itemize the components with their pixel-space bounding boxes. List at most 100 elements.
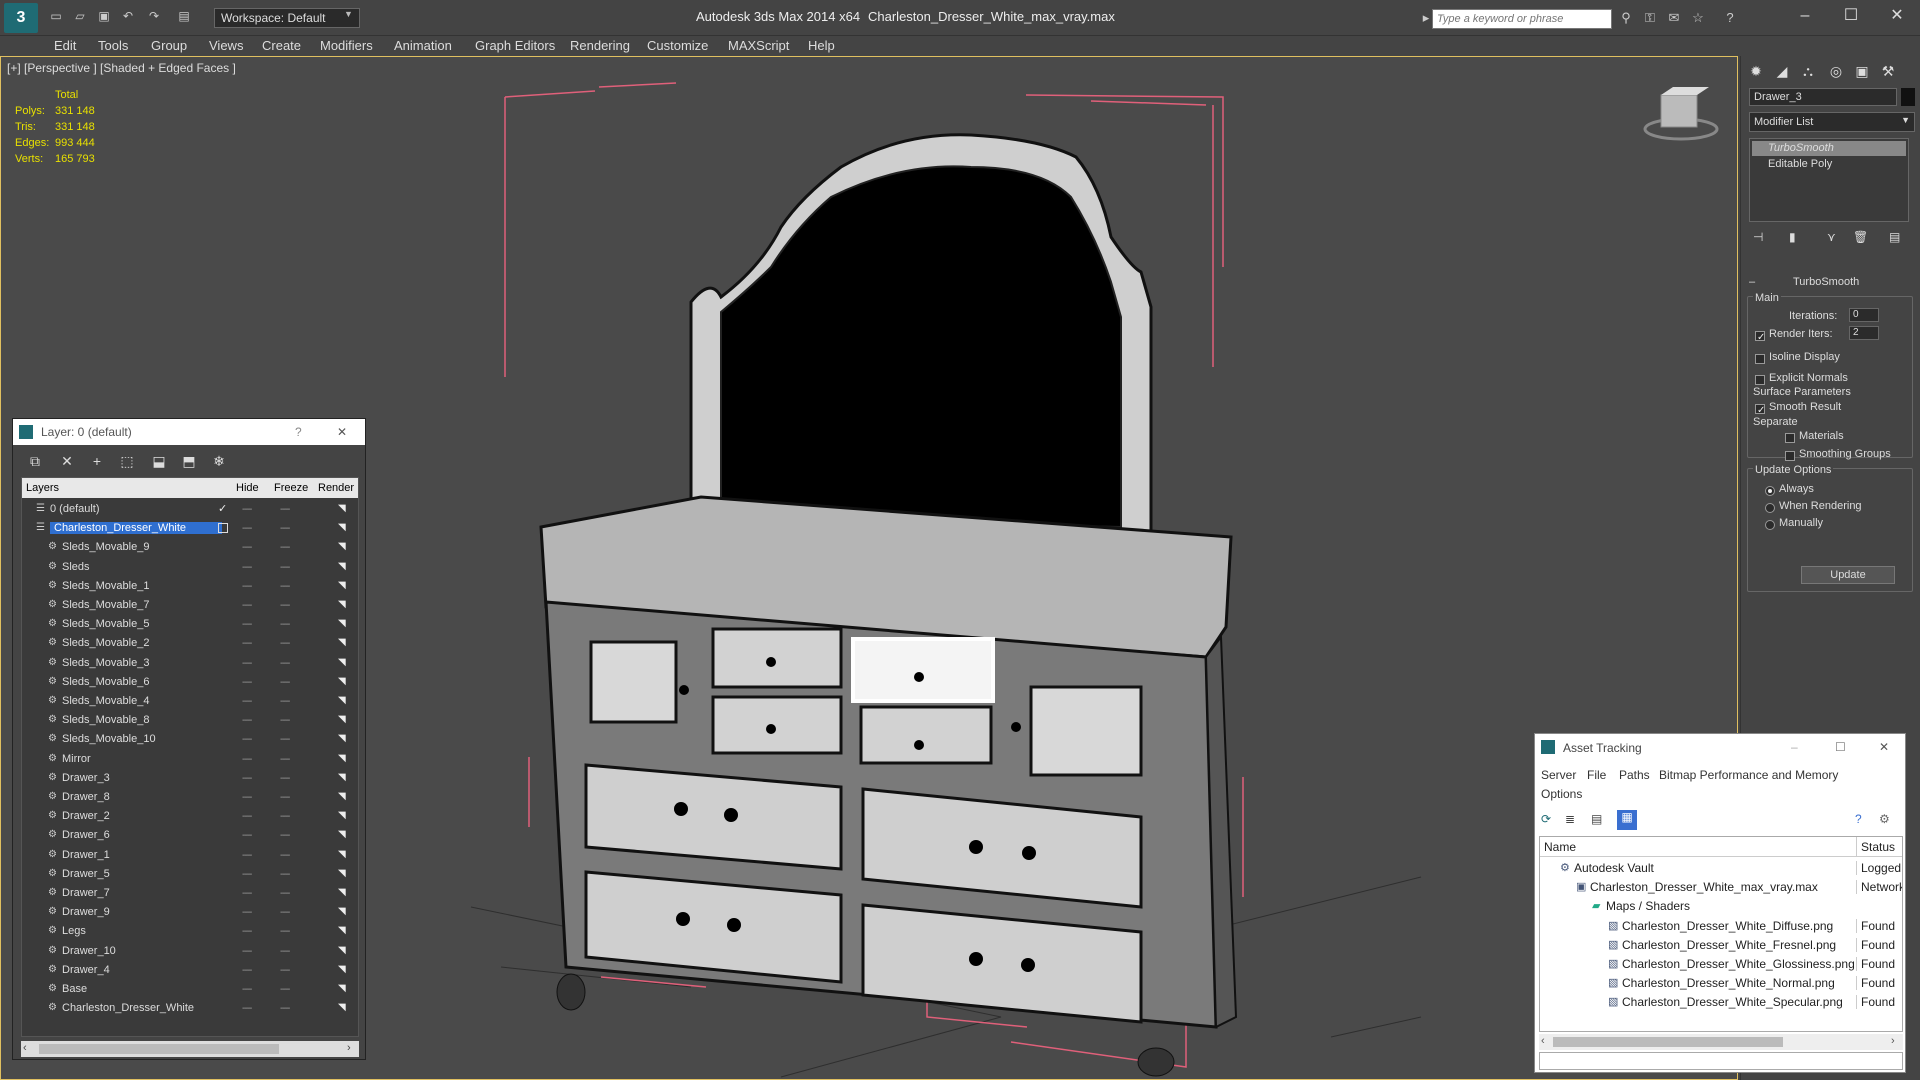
freeze-toggle[interactable]: ---- xyxy=(280,677,290,688)
hide-all-icon[interactable]: ⬒ xyxy=(179,453,199,471)
turbosmooth-rollout-title[interactable]: TurboSmooth xyxy=(1793,276,1859,288)
undo-icon[interactable]: ↶ xyxy=(120,9,136,23)
render-teapot-icon[interactable]: ◥ xyxy=(338,810,346,821)
hide-toggle[interactable]: ---- xyxy=(242,946,252,957)
freeze-toggle[interactable]: ---- xyxy=(280,888,290,899)
help-icon[interactable]: ? xyxy=(295,425,302,439)
key-icon[interactable]: ⚿ xyxy=(1642,10,1658,26)
layer-row[interactable]: ⚙ Drawer_3 ---- ---- ◥ xyxy=(22,769,358,788)
modify-tab-icon[interactable]: ◢ xyxy=(1771,60,1793,82)
layer-row[interactable]: ⚙ Base ---- ---- ◥ xyxy=(22,980,358,999)
col-hide[interactable]: Hide xyxy=(236,482,259,494)
motion-tab-icon[interactable]: ◎ xyxy=(1825,60,1847,82)
layer-row[interactable]: ⚙ Mirror ---- ---- ◥ xyxy=(22,750,358,769)
freeze-toggle[interactable]: ---- xyxy=(280,715,290,726)
render-teapot-icon[interactable]: ◥ xyxy=(338,503,346,514)
set-current-layer-box[interactable] xyxy=(218,523,228,534)
highlight-selected-icon[interactable]: ⬓ xyxy=(149,453,169,471)
freeze-toggle[interactable]: ---- xyxy=(280,1003,290,1014)
freeze-toggle[interactable]: ---- xyxy=(280,773,290,784)
render-teapot-icon[interactable]: ◥ xyxy=(338,1002,346,1013)
freeze-toggle[interactable]: ---- xyxy=(280,850,290,861)
isoline-display-checkbox[interactable] xyxy=(1755,354,1765,364)
render-teapot-icon[interactable]: ◥ xyxy=(338,695,346,706)
freeze-toggle[interactable]: ---- xyxy=(280,965,290,976)
freeze-all-icon[interactable]: ❄ xyxy=(209,453,229,471)
render-teapot-icon[interactable]: ◥ xyxy=(338,637,346,648)
hide-toggle[interactable]: ---- xyxy=(242,965,252,976)
render-teapot-icon[interactable]: ◥ xyxy=(338,714,346,725)
menu-create[interactable]: Create xyxy=(262,38,301,53)
layer-row[interactable]: ⚙ Drawer_8 ---- ---- ◥ xyxy=(22,788,358,807)
remove-modifier-icon[interactable]: 🗑 xyxy=(1853,230,1868,244)
list-view-icon[interactable]: ≣ xyxy=(1565,812,1575,826)
menu-help[interactable]: Help xyxy=(808,38,835,53)
render-teapot-icon[interactable]: ◥ xyxy=(338,868,346,879)
freeze-toggle[interactable]: ---- xyxy=(280,984,290,995)
render-iters-checkbox[interactable] xyxy=(1755,331,1765,341)
object-name-field[interactable]: Drawer_3 xyxy=(1749,88,1897,106)
col-render[interactable]: Render xyxy=(318,482,358,494)
layer-row[interactable]: ⚙ Sleds_Movable_3 ---- ---- ◥ xyxy=(22,654,358,673)
render-teapot-icon[interactable]: ◥ xyxy=(338,676,346,687)
project-folder-icon[interactable]: ▤ xyxy=(176,9,192,23)
render-teapot-icon[interactable]: ◥ xyxy=(338,791,346,802)
stack-item-editable-poly[interactable]: Editable Poly xyxy=(1752,157,1906,172)
hide-toggle[interactable]: ---- xyxy=(242,734,252,745)
freeze-toggle[interactable]: ---- xyxy=(280,658,290,669)
iterations-spinner[interactable]: 0 xyxy=(1849,308,1879,322)
maximize-button[interactable]: ☐ xyxy=(1836,4,1866,28)
menu-views[interactable]: Views xyxy=(209,38,243,53)
asset-row[interactable]: ⚙ Autodesk Vault Logged O xyxy=(1540,859,1902,878)
select-highlighted-icon[interactable]: ⬚ xyxy=(117,453,137,471)
help-icon[interactable]: ? xyxy=(1855,812,1862,826)
hide-toggle[interactable]: ---- xyxy=(242,677,252,688)
smoothing-groups-checkbox[interactable] xyxy=(1785,451,1795,461)
render-teapot-icon[interactable]: ◥ xyxy=(338,964,346,975)
asset-window-titlebar[interactable]: Asset Tracking – ☐ ✕ xyxy=(1535,734,1905,762)
viewcube-icon[interactable] xyxy=(1643,87,1719,141)
asset-row[interactable]: ▧ Charleston_Dresser_White_Glossiness.png… xyxy=(1540,955,1902,974)
layer-row[interactable]: ⚙ Drawer_7 ---- ---- ◥ xyxy=(22,884,358,903)
render-teapot-icon[interactable]: ◥ xyxy=(338,657,346,668)
layer-row[interactable]: ⚙ Sleds ---- ---- ◥ xyxy=(22,558,358,577)
asset-row[interactable]: ▰ Maps / Shaders xyxy=(1540,897,1902,916)
render-teapot-icon[interactable]: ◥ xyxy=(338,829,346,840)
freeze-toggle[interactable]: ---- xyxy=(280,523,290,534)
hide-toggle[interactable]: ---- xyxy=(242,754,252,765)
layer-row[interactable]: ⚙ Drawer_2 ---- ---- ◥ xyxy=(22,807,358,826)
materials-checkbox[interactable] xyxy=(1785,433,1795,443)
render-teapot-icon[interactable]: ◥ xyxy=(338,561,346,572)
hide-toggle[interactable]: ---- xyxy=(242,850,252,861)
freeze-toggle[interactable]: ---- xyxy=(280,562,290,573)
scroll-left-icon[interactable]: ‹ xyxy=(23,1042,27,1054)
mirror-model[interactable] xyxy=(689,133,1153,559)
menu-animation[interactable]: Animation xyxy=(394,38,452,53)
minimize-button[interactable]: – xyxy=(1790,4,1820,28)
manually-radio[interactable] xyxy=(1765,520,1775,530)
hide-toggle[interactable]: ---- xyxy=(242,696,252,707)
freeze-toggle[interactable]: ---- xyxy=(280,830,290,841)
when-rendering-radio[interactable] xyxy=(1765,503,1775,513)
freeze-toggle[interactable]: ---- xyxy=(280,734,290,745)
layer-row[interactable]: ⚙ Sleds_Movable_5 ---- ---- ◥ xyxy=(22,615,358,634)
asset-row[interactable]: ▧ Charleston_Dresser_White_Fresnel.png Fou… xyxy=(1540,936,1902,955)
display-tab-icon[interactable]: ▣ xyxy=(1851,60,1873,82)
layer-row[interactable]: ⚙ Sleds_Movable_2 ---- ---- ◥ xyxy=(22,634,358,653)
make-unique-icon[interactable]: ⋎ xyxy=(1827,230,1836,244)
chevron-down-icon[interactable]: ▼ xyxy=(344,9,353,19)
hide-toggle[interactable]: ---- xyxy=(242,619,252,630)
render-teapot-icon[interactable]: ◥ xyxy=(338,925,346,936)
hide-toggle[interactable]: ---- xyxy=(242,504,252,515)
layer-row[interactable]: ⚙ Sleds_Movable_1 ---- ---- ◥ xyxy=(22,577,358,596)
render-teapot-icon[interactable]: ◥ xyxy=(338,541,346,552)
freeze-toggle[interactable]: ---- xyxy=(280,600,290,611)
asset-row[interactable]: ▧ Charleston_Dresser_White_Diffuse.png Fou… xyxy=(1540,917,1902,936)
communication-icon[interactable]: ✉ xyxy=(1666,10,1682,26)
render-teapot-icon[interactable]: ◥ xyxy=(338,849,346,860)
layer-row[interactable]: ⚙ Drawer_5 ---- ---- ◥ xyxy=(22,865,358,884)
save-icon[interactable]: ▣ xyxy=(96,9,112,23)
layer-row[interactable]: ⚙ Sleds_Movable_6 ---- ---- ◥ xyxy=(22,673,358,692)
render-teapot-icon[interactable]: ◥ xyxy=(338,983,346,994)
open-file-icon[interactable]: ▱ xyxy=(72,9,88,23)
